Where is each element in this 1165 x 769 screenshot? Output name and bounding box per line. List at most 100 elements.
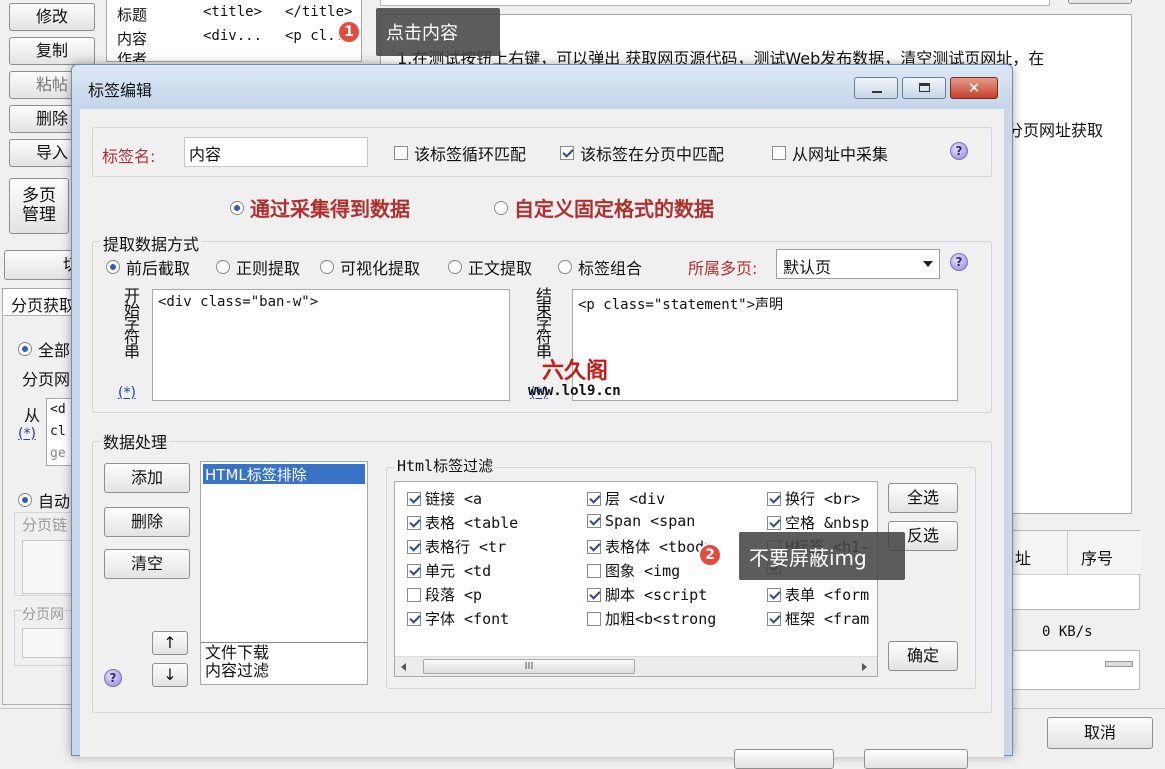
radio-custom-data[interactable]: 自定义固定格式的数据 — [494, 193, 714, 222]
tag-start-cell: <div... — [203, 28, 263, 44]
filter-checkbox[interactable]: 表格 <table — [407, 512, 518, 533]
table-row[interactable]: 内容 <div... <p cl... — [117, 28, 357, 50]
from-line: cl — [50, 424, 66, 439]
checkbox-indicator — [587, 563, 601, 578]
extract-method-label: 正文提取 — [468, 259, 533, 278]
checkbox-indicator — [587, 514, 601, 528]
from-textarea[interactable]: <d cl ge — [46, 398, 72, 466]
filter-label: 加粗<b<strong — [605, 610, 717, 628]
page-belong-select[interactable]: 默认页 — [776, 249, 940, 279]
remove-button[interactable]: 删除 — [104, 507, 190, 537]
checkbox-indicator — [407, 539, 421, 554]
copy-button[interactable]: 复制 — [9, 37, 95, 65]
radio-extract-before-after[interactable]: 前后截取 — [106, 255, 190, 279]
clear-button[interactable]: 清空 — [104, 549, 190, 579]
watermark-brand: 六久阁 — [542, 359, 609, 384]
maximize-button[interactable] — [902, 77, 946, 99]
help-icon[interactable]: ? — [950, 142, 968, 160]
cancel-button[interactable]: 取消 — [1047, 717, 1153, 749]
filter-checkbox[interactable]: 加粗<b<strong — [587, 608, 716, 629]
filter-checkbox[interactable]: 层 <div — [587, 488, 665, 509]
table-row[interactable]: 标题 <title> </title> — [117, 4, 357, 26]
page-link-input[interactable] — [22, 540, 72, 594]
move-down-button[interactable]: ↓ — [152, 663, 188, 687]
tag-name-input[interactable]: 内容 — [184, 137, 368, 167]
column-url: 址 — [1015, 549, 1032, 568]
filter-checkbox[interactable]: 段落 <p — [407, 584, 482, 605]
process-list[interactable]: HTML标签排除 文件下载 内容过滤 — [200, 461, 368, 685]
extract-method-label: 标签组合 — [578, 259, 643, 278]
move-up-button[interactable]: ↑ — [152, 631, 188, 655]
filter-label: 表格体 <tbody — [605, 538, 714, 556]
radio-all[interactable]: 全部 — [18, 337, 70, 361]
horizontal-scrollbar[interactable]: III — [395, 656, 877, 676]
check-loop-match[interactable]: 该标签循环匹配 — [394, 141, 526, 165]
pagination-tab[interactable]: 分页获取 — [2, 288, 72, 316]
filter-checkbox[interactable]: 图象 <img — [587, 560, 680, 581]
radio-auto[interactable]: 自动 — [18, 488, 70, 512]
edit-button[interactable]: 修改 — [9, 3, 95, 31]
filter-checkbox[interactable]: 换行 <br> — [767, 488, 860, 509]
list-item[interactable]: 文件下载 — [205, 644, 269, 662]
filter-label: 表单 <form — [785, 586, 870, 604]
list-item[interactable]: 内容过滤 — [205, 662, 269, 680]
tag-name-cell: 作者 — [117, 52, 148, 62]
filter-label: 段落 <p — [425, 586, 483, 604]
dialog-title-bar[interactable]: 标签编辑 ✕ — [72, 65, 1012, 109]
radio-extract-tag-combo[interactable]: 标签组合 — [558, 255, 642, 279]
checkbox-indicator — [767, 491, 781, 506]
table-row[interactable]: 作者 — [117, 52, 357, 62]
select-all-button[interactable]: 全选 — [888, 483, 958, 513]
minimize-button[interactable] — [854, 77, 898, 99]
radio-extract-body[interactable]: 正文提取 — [448, 255, 532, 279]
filter-checkbox[interactable]: 空格 &nbsp — [767, 512, 869, 533]
check-loop-label: 该标签循环匹配 — [414, 145, 527, 164]
end-string-textarea[interactable]: <p class="statement">声明 — [572, 289, 958, 401]
multi-page-button[interactable]: 多页 管理 — [9, 178, 69, 234]
filter-label: 脚本 <script — [605, 586, 708, 604]
page-url-input[interactable] — [22, 628, 72, 658]
check-paging-label: 该标签在分页中匹配 — [580, 145, 725, 164]
minimize-icon — [872, 91, 882, 93]
help-icon[interactable]: ? — [104, 669, 122, 687]
radio-collect-label: 通过采集得到数据 — [250, 197, 410, 221]
checkbox-indicator — [407, 611, 421, 626]
tag-edit-dialog: 标签编辑 ✕ 标签名: 内容 该标签循环匹配 该标签在分页中匹配 从网址中采集 … — [71, 64, 1013, 769]
extract-method-label: 正则提取 — [236, 259, 301, 278]
close-button[interactable]: ✕ — [950, 77, 998, 99]
help-icon[interactable]: ? — [950, 253, 968, 271]
check-paging-match[interactable]: 该标签在分页中匹配 — [560, 141, 724, 165]
radio-extract-regex[interactable]: 正则提取 — [216, 255, 300, 279]
ok-button[interactable]: 确定 — [888, 641, 958, 671]
filter-checkbox[interactable]: 链接 <a — [407, 488, 482, 509]
checkbox-indicator — [767, 587, 781, 602]
start-string-textarea[interactable]: <div class="ban-w"> — [152, 289, 510, 401]
process-group-label: 数据处理 — [100, 429, 171, 453]
filter-checkbox[interactable]: 表格行 <tr — [407, 536, 506, 557]
filter-checkbox[interactable]: 框架 <fram — [767, 608, 869, 629]
filter-checkbox[interactable]: 表单 <form — [767, 584, 869, 605]
tag-table: 标题 <title> </title> 内容 <div... <p cl... … — [106, 0, 362, 62]
filter-checkbox[interactable]: 字体 <font — [407, 608, 509, 629]
list-item[interactable]: HTML标签排除 — [203, 464, 365, 484]
filter-checkbox[interactable]: 脚本 <script — [587, 584, 707, 605]
add-button[interactable]: 添加 — [104, 463, 190, 493]
bg-asterisk-link[interactable]: (*) — [18, 426, 36, 442]
start-asterisk-link[interactable]: (*) — [118, 385, 136, 401]
tag-name-label: 标签名: — [102, 147, 156, 166]
checkbox-indicator — [560, 146, 574, 160]
scroll-right-icon[interactable] — [862, 663, 867, 671]
filter-label: Span <span — [605, 512, 696, 530]
radio-extract-visual[interactable]: 可视化提取 — [320, 255, 420, 279]
dialog-title: 标签编辑 — [88, 81, 153, 100]
filter-checkbox[interactable]: 单元 <td — [407, 560, 491, 581]
checkbox-indicator — [394, 146, 408, 160]
radio-collect-data[interactable]: 通过采集得到数据 — [230, 193, 410, 222]
filter-checkbox[interactable]: Span <span — [587, 512, 695, 530]
scroll-left-icon[interactable] — [401, 663, 406, 671]
check-from-url[interactable]: 从网址中采集 — [772, 141, 888, 165]
filter-checkbox[interactable]: 表格体 <tbody — [587, 536, 713, 557]
column-index: 序号 — [1081, 549, 1114, 568]
filter-label: 空格 &nbsp — [785, 514, 870, 532]
scroll-thumb[interactable]: III — [423, 659, 635, 674]
